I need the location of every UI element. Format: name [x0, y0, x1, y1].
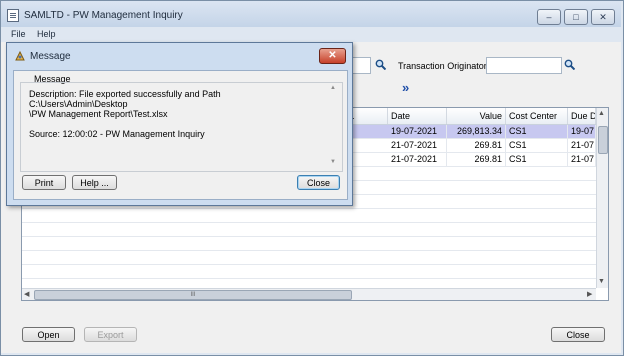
close-icon: ✕ — [599, 12, 607, 22]
message-description: Description: File exported successfully … — [29, 89, 319, 139]
vertical-scrollbar[interactable]: ▲ ▼ — [596, 108, 608, 288]
maximize-button[interactable]: □ — [564, 9, 588, 25]
scrollbar-thumb[interactable]: III — [34, 290, 352, 300]
message-source: Source: 12:00:02 - PW Management Inquiry — [29, 129, 205, 139]
cell-cost-center: CS1 — [506, 139, 568, 152]
print-button[interactable]: Print — [22, 175, 66, 190]
scrollbar-thumb[interactable] — [598, 126, 608, 154]
message-dialog: Message ✕ Message Description: File expo… — [6, 42, 353, 206]
double-chevron-right-icon[interactable]: » — [402, 80, 409, 95]
cell-due-date: 19-07 — [568, 125, 596, 138]
message-group: Description: File exported successfully … — [20, 82, 343, 172]
column-header-cost-center[interactable]: Cost Center — [506, 108, 568, 124]
cell-due-date: 21-07 — [568, 139, 596, 152]
cell-due-date: 21-07 — [568, 153, 596, 166]
search-icon[interactable] — [375, 59, 386, 70]
cell-cost-center: CS1 — [506, 125, 568, 138]
minimize-icon: – — [546, 12, 552, 22]
window-title: SAMLTD - PW Management Inquiry — [24, 10, 183, 21]
cell-value: 269.81 — [447, 153, 506, 166]
horizontal-scrollbar[interactable]: ◀ III ▶ — [22, 288, 596, 300]
column-header-value[interactable]: Value — [447, 108, 506, 124]
dialog-close-button[interactable]: Close — [297, 175, 340, 190]
cell-date: 21-07-2021 — [388, 139, 447, 152]
menu-bar — [1, 27, 621, 41]
column-header-due-date[interactable]: Due D — [568, 108, 596, 124]
export-button[interactable]: Export — [84, 327, 137, 342]
menu-help[interactable]: Help — [37, 29, 56, 39]
transaction-originator-label: Transaction Originator — [398, 61, 487, 71]
help-button[interactable]: Help ... — [72, 175, 117, 190]
dialog-title: Message — [30, 51, 71, 62]
window-close-button[interactable]: ✕ — [591, 9, 615, 25]
cell-value: 269,813.34 — [447, 125, 506, 138]
scroll-up-icon[interactable]: ▲ — [598, 110, 605, 117]
maximize-icon: □ — [573, 12, 579, 22]
column-header-date[interactable]: Date — [388, 108, 447, 124]
table-row[interactable] — [22, 237, 596, 251]
close-button[interactable]: Close — [551, 327, 605, 342]
transaction-originator-input[interactable] — [486, 57, 562, 74]
scroll-up-icon[interactable]: ▲ — [330, 85, 336, 91]
cell-date: 21-07-2021 — [388, 153, 447, 166]
cell-date: 19-07-2021 — [388, 125, 447, 138]
cell-cost-center: CS1 — [506, 153, 568, 166]
message-icon — [15, 50, 25, 61]
table-row[interactable] — [22, 223, 596, 237]
menu-file[interactable]: File — [11, 29, 26, 39]
scroll-left-icon[interactable]: ◀ — [24, 290, 29, 298]
scroll-right-icon[interactable]: ▶ — [587, 290, 592, 298]
description-line-1: Description: File exported successfully … — [29, 89, 221, 109]
app-icon — [7, 9, 19, 22]
scroll-down-icon[interactable]: ▼ — [598, 278, 605, 285]
open-button[interactable]: Open — [22, 327, 75, 342]
dialog-body: Message Description: File exported succe… — [13, 70, 348, 200]
table-row[interactable] — [22, 251, 596, 265]
scroll-down-icon[interactable]: ▼ — [330, 159, 336, 165]
description-line-2: \PW Management Report\Test.xlsx — [29, 109, 168, 119]
minimize-button[interactable]: – — [537, 9, 561, 25]
cell-value: 269.81 — [447, 139, 506, 152]
table-row[interactable] — [22, 265, 596, 279]
message-scrollbar[interactable]: ▲ ▼ — [329, 85, 339, 167]
search-field[interactable] — [350, 57, 371, 74]
dialog-close-x-button[interactable]: ✕ — [319, 48, 346, 64]
close-icon: ✕ — [328, 50, 337, 61]
table-row[interactable] — [22, 209, 596, 223]
search-icon[interactable] — [564, 59, 575, 70]
